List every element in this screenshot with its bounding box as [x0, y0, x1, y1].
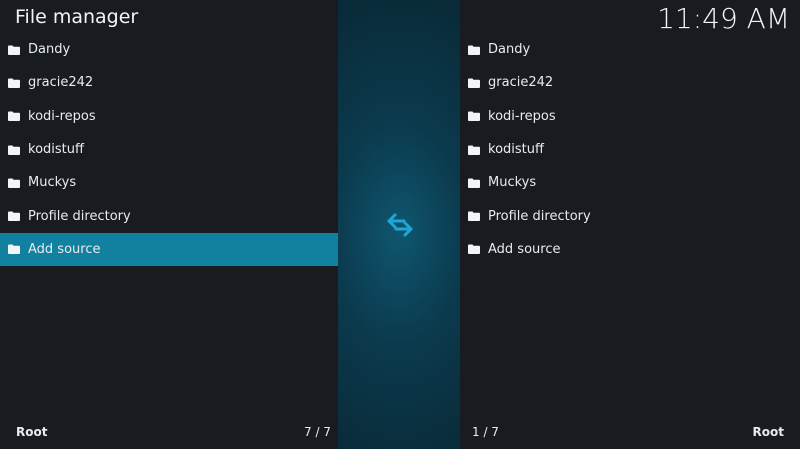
- list-item-label: Add source: [488, 241, 561, 257]
- list-item[interactable]: Profile directory: [0, 199, 338, 232]
- folder-icon: [468, 111, 480, 122]
- folder-icon: [8, 145, 20, 155]
- list-item-label: kodistuff: [488, 142, 544, 158]
- list-item-label: gracie242: [488, 75, 554, 91]
- list-item[interactable]: gracie242: [0, 66, 338, 99]
- right-path-label: Root: [752, 425, 784, 439]
- swap-arrows-icon[interactable]: [386, 212, 414, 238]
- folder-icon: [468, 211, 480, 222]
- left-path-label: Root: [16, 425, 48, 439]
- list-item-label: Profile directory: [488, 208, 591, 224]
- folder-icon: [468, 244, 480, 255]
- right-pane: Dandy gracie242 kodi-repos kodistuff Muc…: [460, 0, 800, 449]
- list-item[interactable]: kodistuff: [460, 133, 800, 166]
- folder-icon: [8, 111, 20, 122]
- list-item-label: Add source: [28, 241, 101, 257]
- folder-icon: [468, 145, 480, 155]
- list-item-label: Profile directory: [28, 208, 131, 224]
- list-item-label: kodistuff: [28, 142, 84, 158]
- list-item-label: kodi-repos: [488, 108, 556, 124]
- folder-icon: [8, 45, 20, 55]
- folder-icon: [468, 45, 480, 55]
- list-item[interactable]: Muckys: [0, 166, 338, 199]
- list-item-label: Dandy: [28, 42, 71, 58]
- list-item[interactable]: Add source: [460, 233, 800, 266]
- list-item-label: Muckys: [488, 175, 537, 191]
- clock: 11:49 AM: [657, 2, 790, 35]
- list-item-label: gracie242: [28, 75, 94, 91]
- list-item[interactable]: Muckys: [460, 166, 800, 199]
- left-position-counter: 7 / 7: [304, 425, 331, 439]
- left-pane: Dandy gracie242 kodi-repos kodistuff Muc…: [0, 0, 338, 449]
- folder-icon: [8, 178, 20, 188]
- list-item[interactable]: gracie242: [460, 66, 800, 99]
- list-item-label: Muckys: [28, 175, 77, 191]
- page-title: File manager: [15, 6, 139, 28]
- folder-icon: [8, 211, 20, 222]
- folder-icon: [8, 78, 20, 88]
- list-item[interactable]: Dandy: [0, 33, 338, 66]
- folder-icon: [468, 178, 480, 188]
- list-item-add-source[interactable]: Add source: [0, 232, 338, 267]
- list-item[interactable]: kodi-repos: [0, 100, 338, 133]
- folder-icon: [8, 244, 20, 255]
- folder-icon: [468, 78, 480, 88]
- right-position-counter: 1 / 7: [472, 425, 499, 439]
- left-file-list: Dandy gracie242 kodi-repos kodistuff Muc…: [0, 33, 338, 267]
- list-item[interactable]: Profile directory: [460, 199, 800, 232]
- right-file-list: Dandy gracie242 kodi-repos kodistuff Muc…: [460, 33, 800, 266]
- list-item-label: Dandy: [488, 42, 531, 58]
- list-item[interactable]: Dandy: [460, 33, 800, 66]
- list-item-label: kodi-repos: [28, 108, 96, 124]
- list-item[interactable]: kodi-repos: [460, 100, 800, 133]
- list-item[interactable]: kodistuff: [0, 133, 338, 166]
